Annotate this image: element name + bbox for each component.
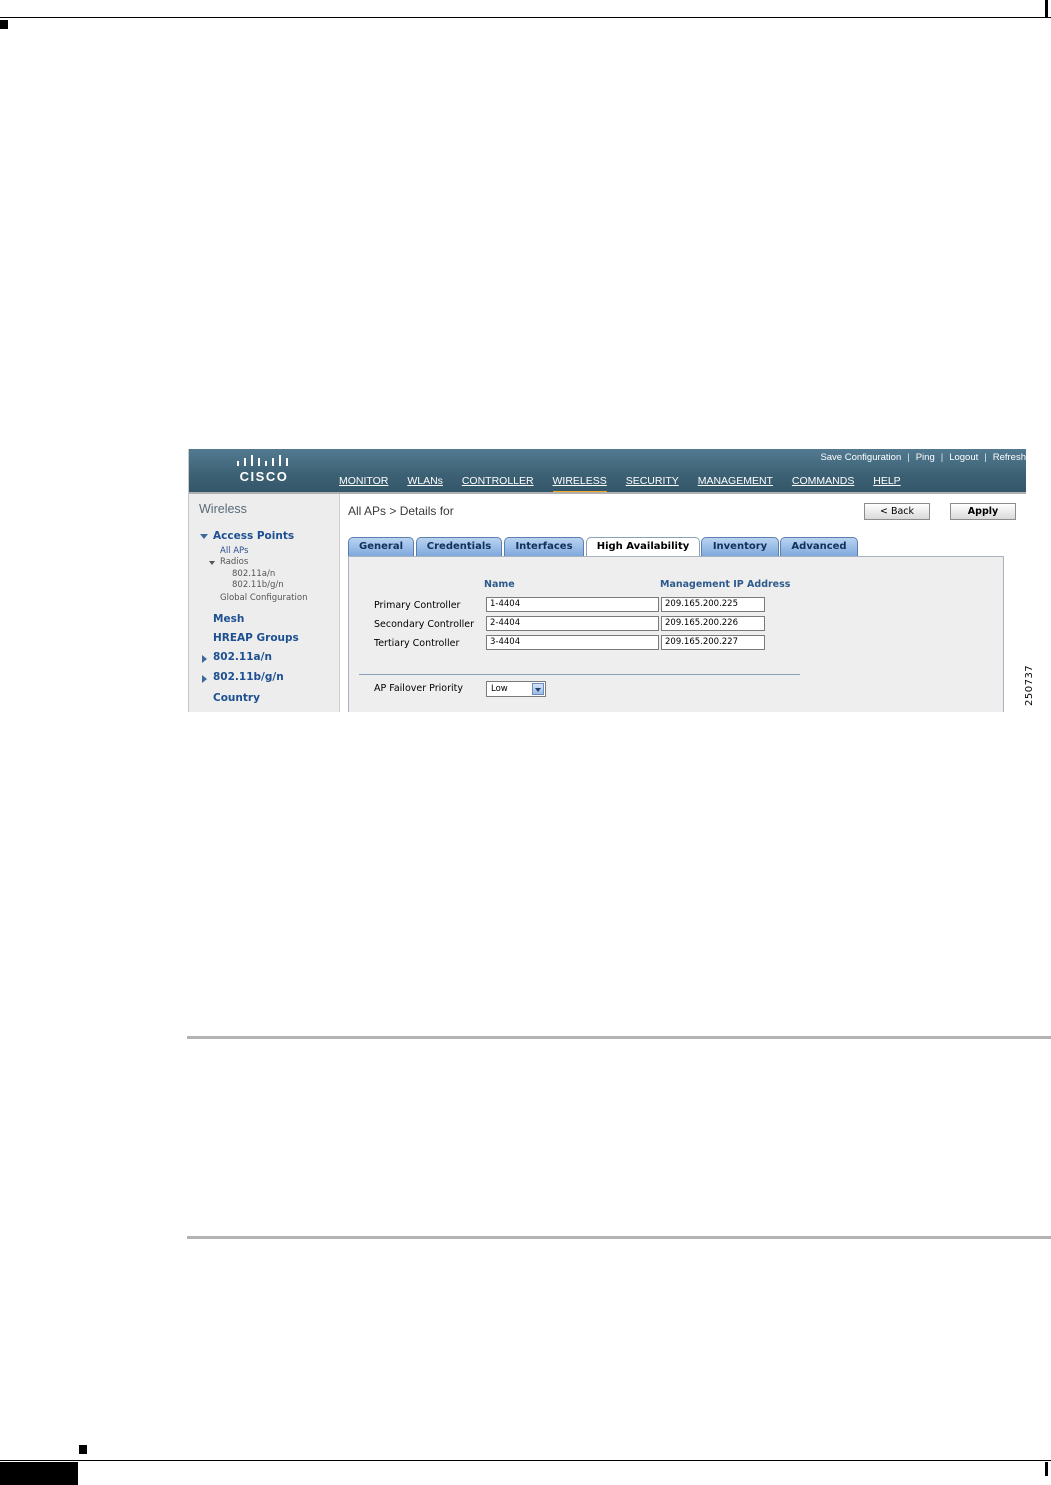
logout-link[interactable]: Logout xyxy=(949,452,978,463)
ap-failover-priority-value: Low xyxy=(491,684,508,694)
figure-number: 250737 xyxy=(1024,664,1035,706)
sidebar-item-country[interactable]: Country xyxy=(213,692,260,704)
logo-wordmark: CISCO xyxy=(239,469,289,484)
nav-help[interactable]: HELP xyxy=(873,475,900,491)
nav-monitor[interactable]: MONITOR xyxy=(339,475,388,491)
tab-credentials[interactable]: Credentials xyxy=(416,537,502,556)
section-rule xyxy=(187,1236,1051,1239)
high-availability-panel: Name Management IP Address Primary Contr… xyxy=(348,556,1004,712)
top-bar: CISCO Save Configuration | Ping | Logout | Ref… xyxy=(189,449,1026,494)
sidebar-item-all-aps[interactable]: All APs xyxy=(220,546,248,556)
nav-management[interactable]: MANAGEMENT xyxy=(698,475,773,491)
expand-right-icon[interactable] xyxy=(202,655,207,663)
tab-advanced[interactable]: Advanced xyxy=(780,537,858,556)
ip-column-header: Management IP Address xyxy=(660,579,791,590)
sidebar-item-radio-a[interactable]: 802.11a/n xyxy=(232,569,275,579)
secondary-controller-name-input[interactable]: 2-4404 xyxy=(486,616,659,631)
secondary-controller-label: Secondary Controller xyxy=(374,619,475,630)
tab-general[interactable]: General xyxy=(348,537,414,556)
secondary-controller-ip-input[interactable]: 209.165.200.226 xyxy=(661,616,765,631)
expand-down-icon[interactable] xyxy=(200,534,208,539)
name-column-header: Name xyxy=(484,579,515,590)
footer-right-tick xyxy=(1045,1462,1048,1476)
controller-gui-screenshot: CISCO Save Configuration | Ping | Logout | Ref… xyxy=(188,449,1026,712)
ping-link[interactable]: Ping xyxy=(916,452,935,463)
nav-security[interactable]: SECURITY xyxy=(626,475,679,491)
footer-rule xyxy=(0,1460,1051,1461)
expand-right-icon[interactable] xyxy=(202,675,207,683)
header-rule xyxy=(0,17,1051,18)
sidebar-item-802-11b-g-n[interactable]: 802.11b/g/n xyxy=(213,671,284,683)
sidebar-item-802-11a-n[interactable]: 802.11a/n xyxy=(213,651,272,663)
sidebar-item-hreap-groups[interactable]: HREAP Groups xyxy=(213,632,299,644)
tertiary-controller-ip-input[interactable]: 209.165.200.227 xyxy=(661,635,765,650)
cisco-bars-icon xyxy=(237,455,288,466)
tertiary-controller-name-input[interactable]: 3-4404 xyxy=(486,635,659,650)
panel-divider xyxy=(359,674,800,675)
header-right-tick xyxy=(1045,0,1048,17)
sidebar-item-radio-bg[interactable]: 802.11b/g/n xyxy=(232,580,284,590)
save-configuration-link[interactable]: Save Configuration xyxy=(820,452,901,463)
nav-controller[interactable]: CONTROLLER xyxy=(462,475,534,491)
main-content: All APs > Details for < Back Apply Gener… xyxy=(340,494,1026,712)
tab-high-availability[interactable]: High Availability xyxy=(586,537,700,557)
ap-failover-priority-label: AP Failover Priority xyxy=(374,683,463,694)
apply-button[interactable]: Apply xyxy=(950,503,1016,520)
sidebar-item-radios[interactable]: Radios xyxy=(220,557,248,567)
primary-controller-ip-input[interactable]: 209.165.200.225 xyxy=(661,597,765,612)
refresh-link[interactable]: Refresh xyxy=(993,452,1026,463)
tertiary-controller-label: Tertiary Controller xyxy=(374,638,460,649)
sidebar-item-mesh[interactable]: Mesh xyxy=(213,613,244,625)
breadcrumb: All APs > Details for xyxy=(348,504,454,518)
tab-interfaces[interactable]: Interfaces xyxy=(504,537,584,556)
nav-wlans[interactable]: WLANs xyxy=(407,475,443,491)
footer-mark xyxy=(79,1445,87,1454)
cisco-logo: CISCO xyxy=(234,454,294,488)
sidebar: Wireless Access Points All APs Radios 80… xyxy=(189,494,340,712)
primary-controller-name-input[interactable]: 1-4404 xyxy=(486,597,659,612)
tab-inventory[interactable]: Inventory xyxy=(701,537,779,556)
ap-failover-priority-select[interactable]: Low xyxy=(486,681,546,697)
footer-page-block xyxy=(0,1462,78,1485)
section-rule xyxy=(187,1036,1051,1039)
expand-down-icon[interactable] xyxy=(209,561,215,565)
sidebar-title: Wireless xyxy=(199,502,247,516)
chevron-down-icon[interactable] xyxy=(532,683,544,695)
back-button[interactable]: < Back xyxy=(864,503,930,520)
header-corner-mark xyxy=(0,20,8,29)
sidebar-item-global-configuration[interactable]: Global Configuration xyxy=(220,593,307,603)
top-links: Save Configuration | Ping | Logout | Refresh xyxy=(820,452,1026,463)
sidebar-item-access-points[interactable]: Access Points xyxy=(213,530,294,542)
primary-controller-label: Primary Controller xyxy=(374,600,461,611)
nav-commands[interactable]: COMMANDS xyxy=(792,475,854,491)
